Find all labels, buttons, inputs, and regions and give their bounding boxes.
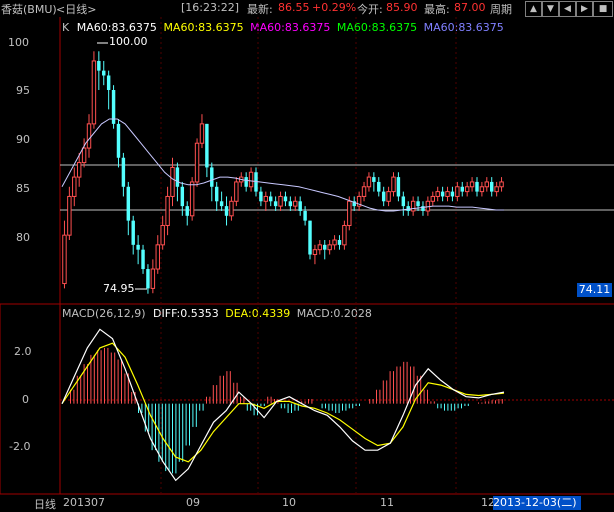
candle-body-up xyxy=(91,60,97,125)
candle-body-down xyxy=(401,196,406,207)
candle-body-down xyxy=(283,196,288,202)
candle-body-down xyxy=(136,244,140,250)
candle-body-up xyxy=(278,195,283,207)
candle-body-down xyxy=(180,186,185,207)
candle-body-down xyxy=(126,186,131,221)
candle-body-up xyxy=(361,186,367,197)
candle-body-up xyxy=(464,186,470,193)
candle-body-down xyxy=(106,75,111,90)
candle-body-up xyxy=(293,200,298,207)
candle-body-down xyxy=(141,249,145,270)
candle-body-down xyxy=(219,201,224,207)
candle-body-up xyxy=(494,186,499,193)
candle-body-up xyxy=(194,142,200,183)
candle-body-up xyxy=(430,195,436,202)
candle-body-down xyxy=(490,181,494,192)
candle-body-up xyxy=(435,191,440,197)
candle-body-down xyxy=(224,206,229,216)
candle-body-down xyxy=(440,191,445,197)
candle-body-up xyxy=(72,176,77,197)
candle-body-down xyxy=(450,191,455,197)
candle-body-down xyxy=(308,220,312,255)
candle-body-down xyxy=(97,60,101,71)
candle-body-down xyxy=(416,201,420,207)
candle-body-up xyxy=(165,195,170,226)
candle-body-down xyxy=(460,186,464,192)
candle-body-up xyxy=(189,181,195,217)
candle-body-up xyxy=(347,200,352,226)
candle-body-up xyxy=(499,181,504,188)
candle-body-down xyxy=(210,167,214,187)
candle-body-up xyxy=(366,176,372,188)
candle-body-up xyxy=(199,123,205,144)
candle-body-up xyxy=(155,244,160,270)
candle-body-down xyxy=(259,191,263,202)
candle-body-up xyxy=(248,171,254,188)
candle-body-down xyxy=(396,177,401,197)
candle-body-up xyxy=(62,234,67,285)
candle-body-down xyxy=(337,240,342,245)
candle-body-down xyxy=(288,201,293,207)
candle-body-up xyxy=(229,200,234,217)
stock-chart[interactable] xyxy=(0,0,614,511)
candle-body-down xyxy=(121,157,126,187)
candle-body-up xyxy=(160,224,165,246)
candle-body-down xyxy=(269,196,273,202)
candle-body-up xyxy=(317,244,323,251)
candle-body-up xyxy=(469,181,475,188)
candle-body-up xyxy=(484,181,490,188)
candle-body-down xyxy=(372,177,376,182)
candle-body-up xyxy=(342,224,347,246)
candle-body-up xyxy=(391,176,396,193)
candle-body-up xyxy=(410,200,416,212)
candle-body-down xyxy=(102,70,106,76)
candle-body-down xyxy=(175,167,180,187)
candle-body-up xyxy=(386,191,391,202)
candle-body-up xyxy=(455,186,460,197)
candle-body-down xyxy=(205,123,209,168)
candle-body-down xyxy=(244,177,248,187)
candle-body-up xyxy=(263,195,269,202)
candle-body-up xyxy=(479,186,485,193)
candle-body-down xyxy=(377,181,381,192)
candle-body-down xyxy=(116,123,121,158)
candle-body-up xyxy=(327,244,332,251)
candle-body-up xyxy=(332,239,337,246)
candle-body-up xyxy=(150,268,156,289)
candle-body-up xyxy=(234,181,239,202)
candle-body-down xyxy=(273,201,278,207)
candle-body-down xyxy=(303,210,307,221)
candle-body-down xyxy=(298,201,302,211)
candle-body-down xyxy=(131,220,135,245)
candle-body-up xyxy=(312,249,318,256)
candle-body-up xyxy=(445,191,450,197)
candle-body-down xyxy=(185,206,189,216)
candle-body-down xyxy=(146,269,150,289)
candle-body-up xyxy=(170,166,175,197)
candle-body-down xyxy=(475,181,479,192)
candle-body-down xyxy=(381,191,386,202)
candle-body-up xyxy=(81,147,87,164)
candle-body-up xyxy=(76,162,82,178)
candle-body-up xyxy=(86,123,92,149)
candle-body-down xyxy=(214,186,219,202)
candle-body-up xyxy=(67,195,72,236)
candle-body-down xyxy=(323,244,327,250)
